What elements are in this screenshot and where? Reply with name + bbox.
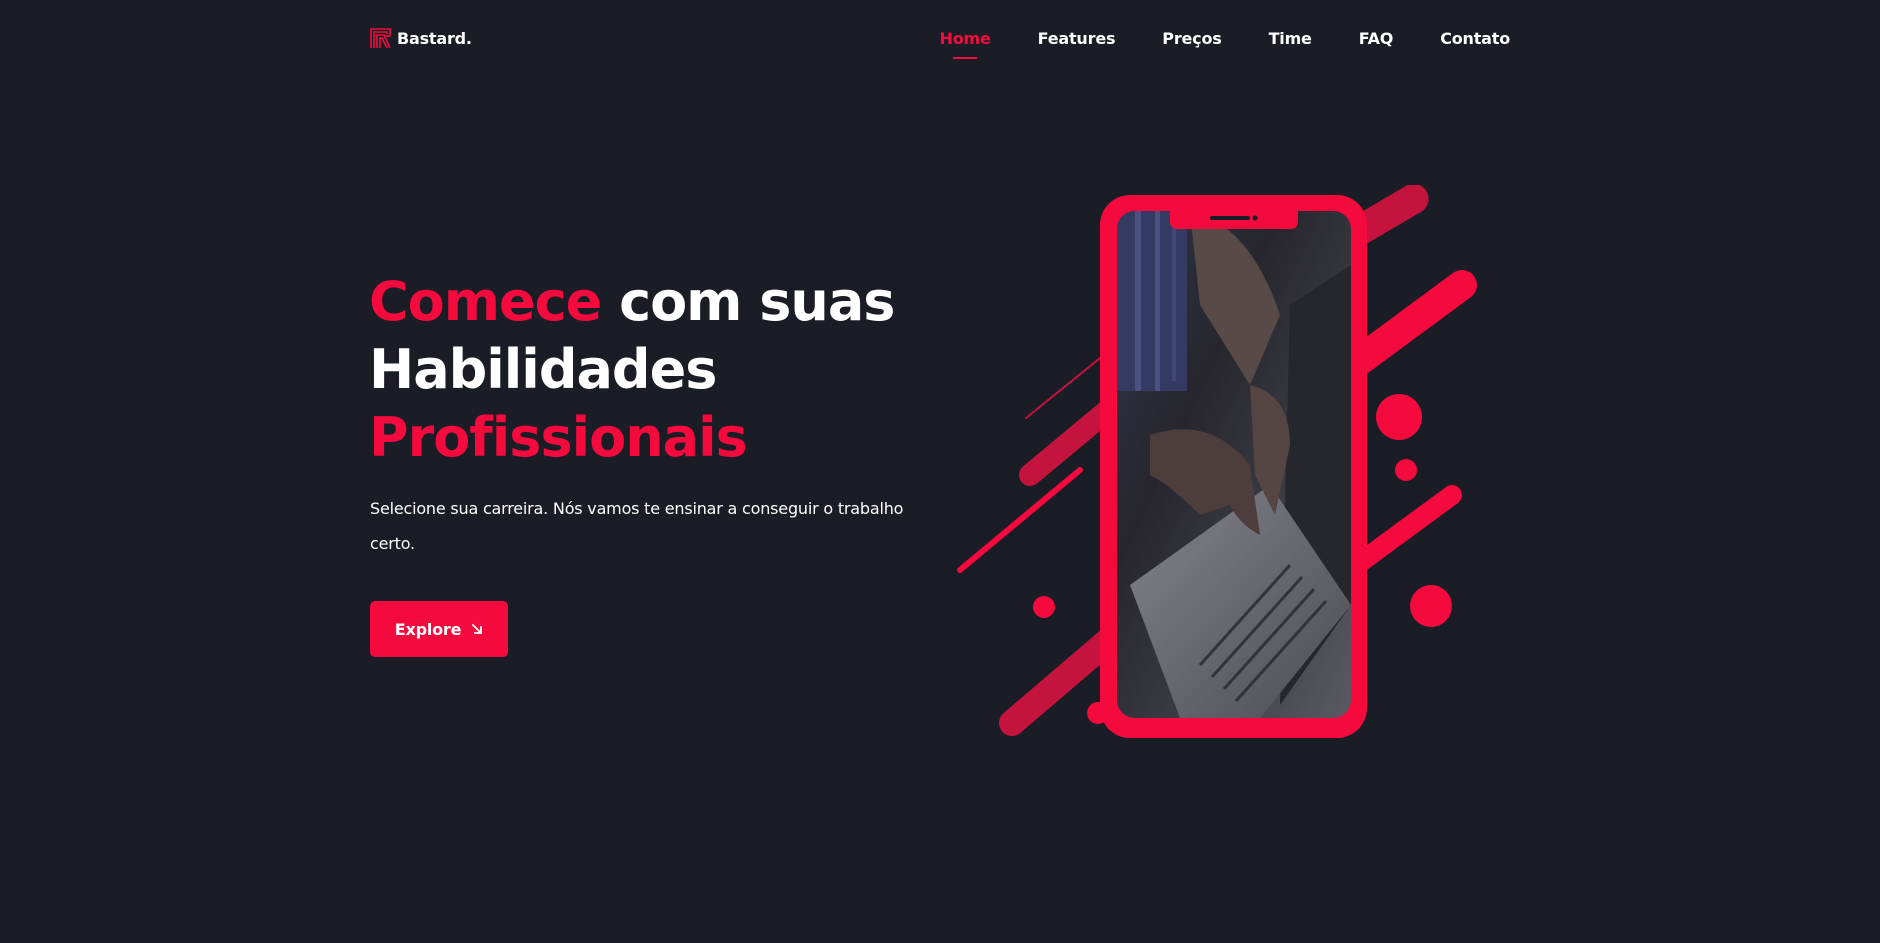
main-nav: Home Features Preços Time FAQ Contato — [940, 29, 1510, 59]
hero-title-line3: Profissionais — [369, 406, 748, 469]
nav-item-faq[interactable]: FAQ — [1359, 29, 1394, 48]
logo-mark-icon — [370, 28, 391, 49]
arrow-down-right-icon — [471, 623, 483, 635]
hero-title-rest: com suas — [601, 270, 895, 333]
nav-item-contato[interactable]: Contato — [1440, 29, 1510, 48]
hero-title-accent: Comece — [369, 270, 602, 333]
landing-page: Bastard. Home Features Preços Time FAQ C… — [0, 0, 1880, 943]
hero-subtitle: Selecione sua carreira. Nós vamos te ens… — [370, 499, 904, 553]
nav-item-precos[interactable]: Preços — [1162, 29, 1221, 48]
hands-typing-on-laptop-photo — [1117, 211, 1351, 718]
hero-title: Comece com suas Habilidades Profissionais — [369, 268, 969, 472]
explore-button-label: Explore — [394, 619, 462, 639]
hero-illustration — [950, 185, 1480, 745]
hero-title-line2: Habilidades — [369, 338, 717, 401]
brand-name: Bastard. — [397, 29, 472, 48]
nav-item-home[interactable]: Home — [940, 29, 991, 59]
brand-logo[interactable]: Bastard. — [370, 28, 472, 49]
explore-button[interactable]: Explore — [370, 601, 508, 657]
nav-item-features[interactable]: Features — [1038, 29, 1116, 48]
nav-item-time[interactable]: Time — [1269, 29, 1312, 48]
phone-mockup-illustration — [957, 185, 1477, 738]
